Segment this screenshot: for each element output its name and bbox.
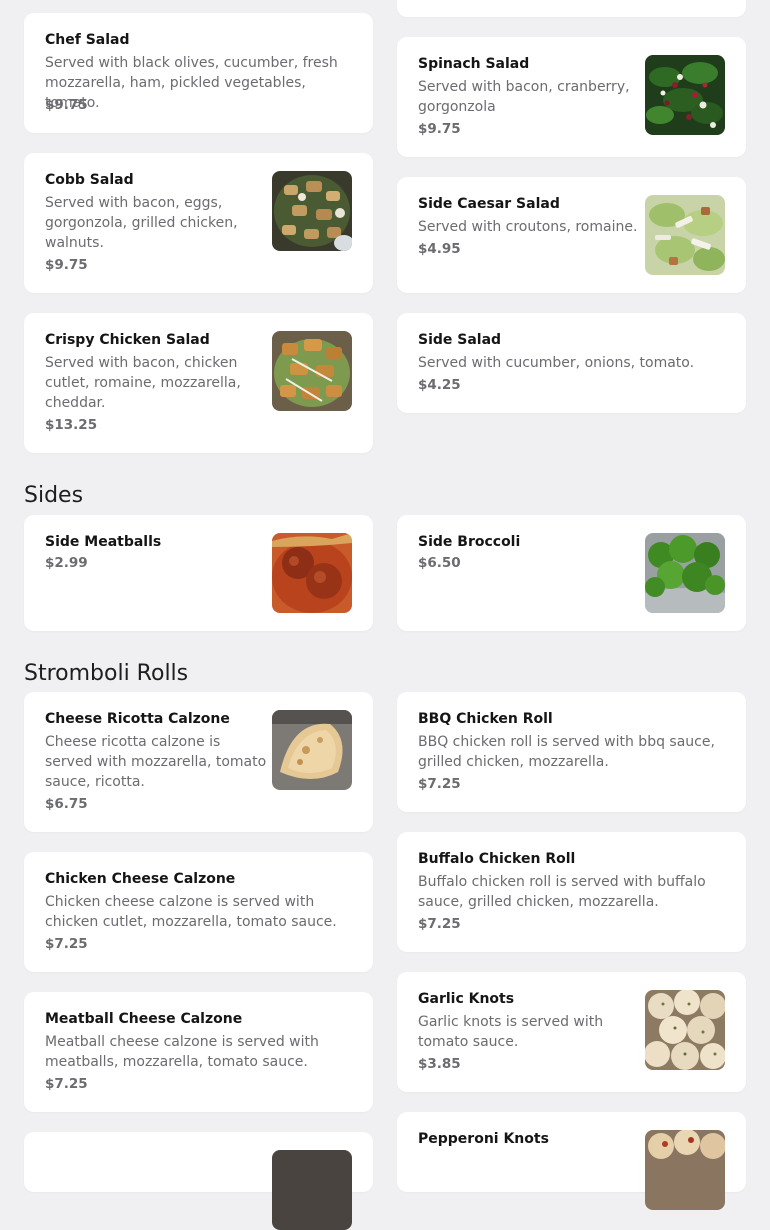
item-description: Buffalo chicken roll is served with buff… <box>418 874 706 910</box>
menu-item-side-meatballs[interactable]: Side Meatballs $2.99 <box>24 515 373 631</box>
item-name: Side Caesar Salad <box>418 196 560 212</box>
item-name: Garlic Knots <box>418 991 515 1007</box>
item-name: Side Salad <box>418 332 502 348</box>
menu-item-garlic-knots[interactable]: Garlic Knots Garlic knots is served with… <box>397 972 746 1092</box>
item-name: Side Broccoli <box>418 534 521 550</box>
crispy-chicken-salad-photo <box>272 331 352 411</box>
item-description: Served with bacon, chicken cutlet, romai… <box>45 355 241 411</box>
meatballs-photo <box>272 533 352 613</box>
menu-item-side-broccoli[interactable]: Side Broccoli $6.50 <box>397 515 746 631</box>
item-name: Buffalo Chicken Roll <box>418 851 576 867</box>
item-name: Cheese Ricotta Calzone <box>45 711 230 727</box>
item-price: $3.85 <box>418 1056 461 1072</box>
menu-item-crispy-chicken-salad[interactable]: Crispy Chicken Salad Served with bacon, … <box>24 313 373 453</box>
calzone-photo <box>272 710 352 790</box>
menu-item-chicken-cheese-calzone[interactable]: Chicken Cheese Calzone Chicken cheese ca… <box>24 852 373 972</box>
item-description: BBQ chicken roll is served with bbq sauc… <box>418 734 715 770</box>
item-price: $7.25 <box>418 916 461 932</box>
spinach-salad-photo <box>645 55 725 135</box>
section-title-sides: Sides <box>24 483 84 508</box>
section-title-stromboli-rolls: Stromboli Rolls <box>24 661 189 686</box>
item-name: Pepperoni Knots <box>418 1131 549 1147</box>
item-description: Served with cucumber, onions, tomato. <box>418 355 695 371</box>
item-price: $6.50 <box>418 555 461 571</box>
cobb-salad-photo <box>272 171 352 251</box>
menu-item-cobb-salad[interactable]: Cobb Salad Served with bacon, eggs, gorg… <box>24 153 373 293</box>
item-description: Served with bacon, cranberry, gorgonzola <box>418 79 630 115</box>
menu-item-card[interactable] <box>24 1132 373 1230</box>
item-name: BBQ Chicken Roll <box>418 711 553 727</box>
item-description: Meatball cheese calzone is served with m… <box>45 1034 319 1070</box>
item-name: Chicken Cheese Calzone <box>45 871 236 887</box>
menu-item-photo <box>272 1150 352 1230</box>
caesar-salad-photo <box>645 195 725 275</box>
item-description: Served with bacon, eggs, gorgonzola, gri… <box>45 195 238 251</box>
item-price: $9.75 <box>45 257 88 273</box>
menu-item-pepperoni-knots[interactable]: Pepperoni Knots <box>397 1112 746 1210</box>
menu-item-spinach-salad[interactable]: Spinach Salad Served with bacon, cranber… <box>397 37 746 157</box>
item-price: $2.99 <box>45 555 88 571</box>
menu-item-card[interactable] <box>397 0 746 17</box>
item-name: Spinach Salad <box>418 56 530 72</box>
menu-item-meatball-cheese-calzone[interactable]: Meatball Cheese Calzone Meatball cheese … <box>24 992 373 1112</box>
item-name: Cobb Salad <box>45 172 134 188</box>
garlic-knots-photo <box>645 990 725 1070</box>
item-price: $9.75 <box>418 121 461 137</box>
item-price: $4.25 <box>418 377 461 393</box>
item-name: Side Meatballs <box>45 534 162 550</box>
item-price: $4.95 <box>418 241 461 257</box>
item-description: Served with black olives, cucumber, fres… <box>45 55 338 111</box>
menu-item-buffalo-chicken-roll[interactable]: Buffalo Chicken Roll Buffalo chicken rol… <box>397 832 746 952</box>
item-name: Crispy Chicken Salad <box>45 332 210 348</box>
item-price: $7.25 <box>45 1076 88 1092</box>
item-price: $13.25 <box>45 417 98 433</box>
item-description: Garlic knots is served with tomato sauce… <box>418 1014 604 1050</box>
item-description: Cheese ricotta calzone is served with mo… <box>45 734 267 790</box>
item-price: $7.25 <box>45 936 88 952</box>
menu-item-side-caesar-salad[interactable]: Side Caesar Salad Served with croutons, … <box>397 177 746 293</box>
item-name: Meatball Cheese Calzone <box>45 1011 243 1027</box>
item-price: $6.75 <box>45 796 88 812</box>
menu-item-side-salad[interactable]: Side Salad Served with cucumber, onions,… <box>397 313 746 413</box>
menu-item-chef-salad[interactable]: Chef Salad Served with black olives, cuc… <box>24 13 373 133</box>
broccoli-photo <box>645 533 725 613</box>
menu-item-bbq-chicken-roll[interactable]: BBQ Chicken Roll BBQ chicken roll is ser… <box>397 692 746 812</box>
item-price: $9.75 <box>45 97 88 113</box>
item-price: $7.25 <box>418 776 461 792</box>
item-description: Served with croutons, romaine. <box>418 219 638 235</box>
pepperoni-knots-photo <box>645 1130 725 1210</box>
item-description: Chicken cheese calzone is served with ch… <box>45 894 337 930</box>
item-name: Chef Salad <box>45 32 130 48</box>
menu-item-cheese-ricotta-calzone[interactable]: Cheese Ricotta Calzone Cheese ricotta ca… <box>24 692 373 832</box>
